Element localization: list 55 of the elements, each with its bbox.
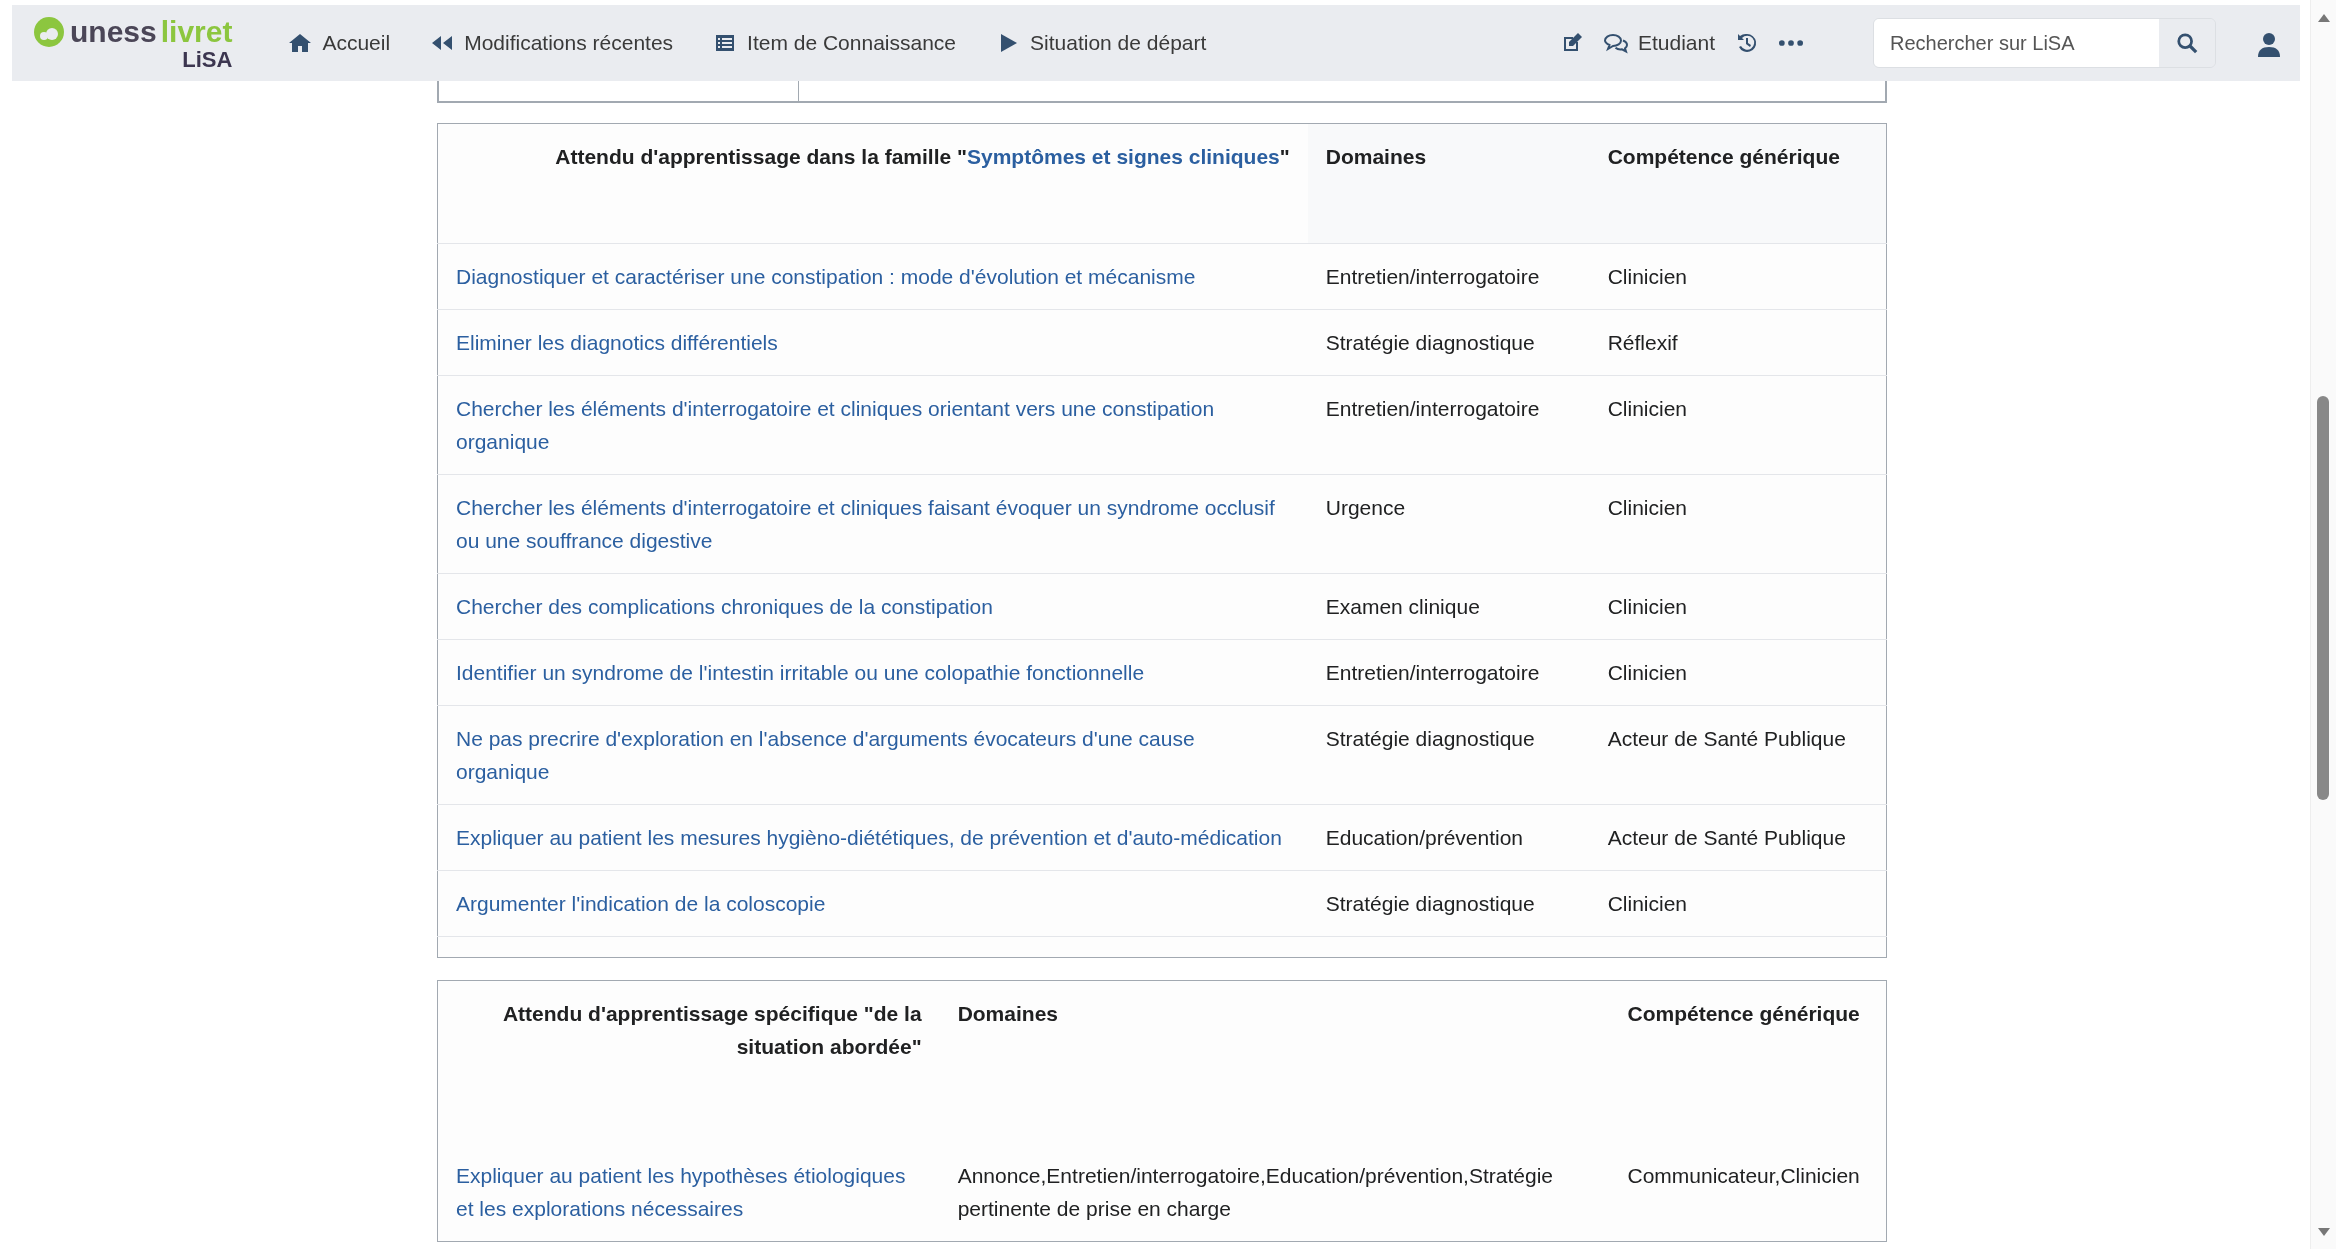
learning-objective-link[interactable]: Argumenter l'indication de la coloscopie [456,887,1290,920]
search-field[interactable]: Rechercher sur LiSA [1873,18,2216,68]
table-cell: Acteur de Santé Publique [1607,727,1846,750]
column-header: Domaines [1325,145,1427,168]
logo[interactable]: uness livret LiSA [32,15,233,71]
nav-link[interactable]: Item de Connaissance [693,27,977,59]
scroll-up-icon[interactable] [2318,14,2330,22]
logo-icon [32,15,66,49]
table-cell: Communicateur,Clinicien [1627,1164,1860,1187]
table-cell: Stratégie diagnostique [1325,331,1535,354]
learning-objective-link[interactable]: Diagnostiquer et caractériser une constipation : mode d'évolution et mécanisme [456,260,1290,293]
column-header: Compétence générique [1607,145,1840,168]
learning-objective-link[interactable]: Identifier un syndrome de l'intestin irritable ou une colopathie fonctionnelle [456,656,1290,689]
user-mode-link[interactable]: Etudiant [1593,27,1725,59]
scrollbar[interactable] [2310,0,2336,1249]
nav-link[interactable]: Modifications récentes [410,27,694,59]
learning-objective-link[interactable]: Chercher des complications chroniques de la constipation [456,590,1290,623]
learning-objective-link[interactable]: Eliminer les diagnotics différentiels [456,326,1290,359]
table-cell: Stratégie diagnostique [1325,892,1535,915]
table-cell: Annonce,Entretien/interrogatoire,Education/prévention,Stratégie pertinente de prise en charge [957,1164,1553,1220]
table-cell: Clinicien [1607,595,1688,618]
table-cell: Entretien/interrogatoire [1325,397,1540,420]
family-link[interactable]: Symptômes et signes cliniques [967,145,1280,168]
table-cell: Clinicien [1607,892,1688,915]
nav-link[interactable]: Accueil [268,27,411,59]
table-cell: Acteur de Santé Publique [1607,826,1846,849]
table-cell: Education/prévention [1325,826,1524,849]
learning-objective-link[interactable]: Expliquer au patient les mesures hygièno-diététiques, de prévention et d'auto-médication [456,821,1290,854]
column-header: Attendu d'apprentissage spécifique "de la situation abordée" [502,1002,922,1058]
table-cell: Clinicien [1607,397,1688,420]
learning-objective-link[interactable]: Chercher les éléments d'interrogatoire et cliniques orientant vers une constipation organique [456,392,1290,458]
search-icon [2176,32,2198,54]
learning-objective-link[interactable]: Ne pas precrire d'exploration en l'absence d'arguments évocateurs d'une cause organique [456,722,1290,788]
nav-link[interactable]: Situation de départ [976,27,1227,59]
table-cell: Entretien/interrogatoire [1325,265,1540,288]
table-cell: Clinicien [1607,496,1688,519]
history-icon [1735,31,1759,55]
table-cell: Clinicien [1607,265,1688,288]
table-cell: Entretien/interrogatoire [1325,661,1540,684]
table-cell: Urgence [1325,496,1406,519]
more-icon [1779,40,1803,46]
column-header: Domaines [957,1002,1058,1025]
learning-objective-link[interactable]: Expliquer au patient les hypothèses étiologiques et les explorations nécessaires [456,1159,922,1225]
table-cell: Réflexif [1607,331,1678,354]
column-header: Compétence générique [1627,1002,1860,1025]
user-icon [2258,32,2280,57]
scrollbar-thumb[interactable] [2317,396,2329,800]
table-cell: Clinicien [1607,661,1688,684]
column-header: Attendu d'apprentissage dans la famille "Symptômes et signes cliniques" [555,145,1290,168]
comments-icon [1603,31,1628,55]
scroll-down-icon[interactable] [2318,1228,2330,1236]
learning-objective-link[interactable]: Chercher les éléments d'interrogatoire et cliniques faisant évoquer un syndrome occlusif ou une souffrance digestive [456,491,1290,557]
home-icon [288,31,313,55]
table-cell: Stratégie diagnostique [1325,727,1535,750]
table-cell: Examen clinique [1325,595,1480,618]
